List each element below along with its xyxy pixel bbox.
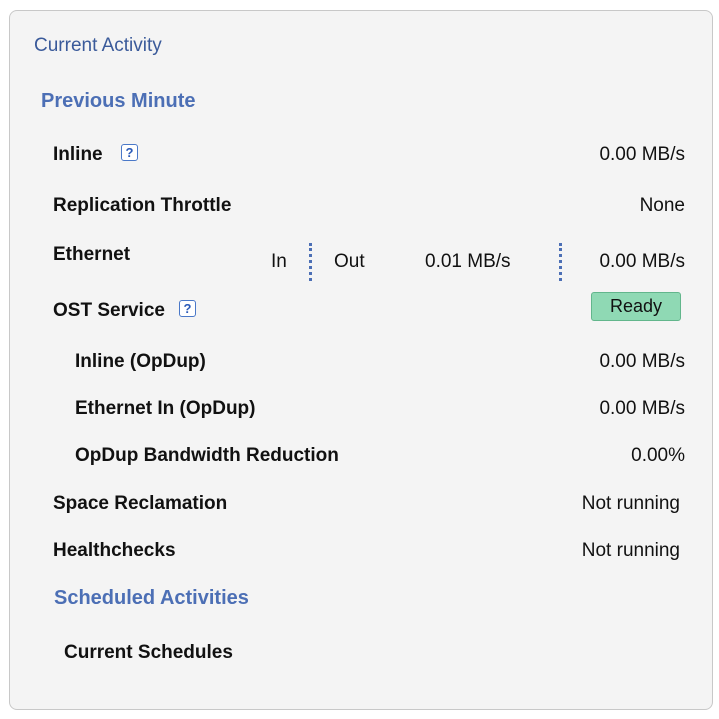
help-icon[interactable]: ? [121,144,138,161]
ethernet-out-value: 0.00 MB/s [599,251,685,272]
help-icon[interactable]: ? [179,300,196,317]
current-schedules-label: Current Schedules [64,642,233,663]
healthchecks-value: Not running [581,540,680,561]
ethernet-in-label: In [271,251,287,272]
ethernet-value-divider [559,243,562,281]
ethernet-in-opdup-value: 0.00 MB/s [599,398,685,419]
opdup-bandwidth-reduction-value: 0.00% [631,445,685,466]
ethernet-out-label: Out [334,251,365,272]
panel-title: Current Activity [34,35,162,56]
space-reclamation-value: Not running [581,493,680,514]
ethernet-divider [309,243,312,281]
healthchecks-label: Healthchecks [53,540,176,561]
inline-opdup-label: Inline (OpDup) [75,351,206,372]
previous-minute-heading: Previous Minute [41,90,196,112]
current-activity-panel: Current Activity Previous Minute Inline … [9,10,713,710]
status-badge: Ready [591,292,681,321]
opdup-bandwidth-reduction-label: OpDup Bandwidth Reduction [75,445,339,466]
replication-throttle-value: None [639,195,685,216]
replication-throttle-label: Replication Throttle [53,195,232,216]
ethernet-in-opdup-label: Ethernet In (OpDup) [75,398,256,419]
inline-opdup-value: 0.00 MB/s [599,351,685,372]
ethernet-label: Ethernet [53,244,131,265]
scheduled-activities-heading: Scheduled Activities [54,587,249,609]
space-reclamation-label: Space Reclamation [53,493,228,514]
ost-service-label: OST Service [53,300,165,321]
inline-value: 0.00 MB/s [599,144,685,165]
ethernet-in-value: 0.01 MB/s [425,251,511,272]
inline-label: Inline [53,144,103,165]
